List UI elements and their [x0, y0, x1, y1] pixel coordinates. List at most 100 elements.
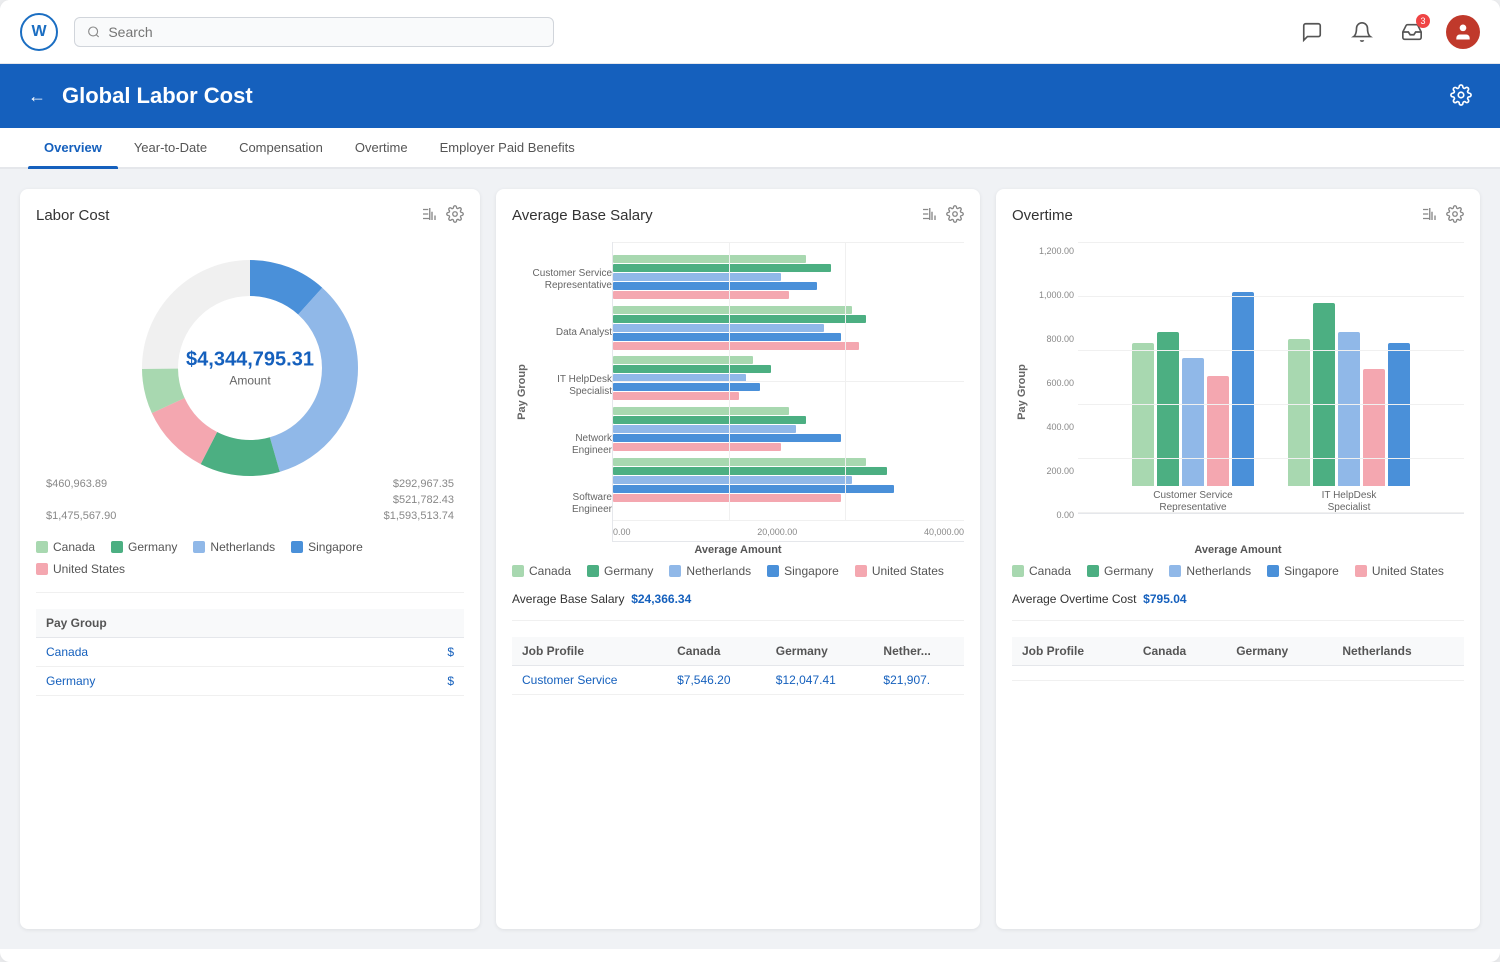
labor-table-header-paygroup: Pay Group	[36, 609, 358, 638]
table-row: Germany $	[36, 667, 464, 696]
tab-overview[interactable]: Overview	[28, 128, 118, 167]
hbar-group-4	[613, 458, 964, 502]
legend-netherlands: Netherlands	[193, 540, 275, 554]
overtime-table: Job Profile Canada Germany Netherlands	[1012, 637, 1464, 681]
page-title: Global Labor Cost	[62, 83, 1434, 109]
vbar-chart-container: Pay Group 0.00 200.00 400.00 600.00 800.…	[1012, 242, 1464, 542]
hbar-group-label-1: Data Analyst	[532, 327, 612, 339]
labor-cost-card: Labor Cost	[20, 189, 480, 929]
donut-chart: $4,344,795.31 Amount	[130, 248, 370, 488]
hbar-yaxis-label: Pay Group	[516, 364, 528, 420]
legend-us: United States	[36, 562, 125, 576]
hbar-chart-container: Pay Group Customer ServiceRepresentative…	[512, 242, 964, 542]
top-navigation: W 3	[0, 0, 1500, 64]
vbar-yaxis-label: Pay Group	[1016, 364, 1028, 420]
hbar-group-label-4: SoftwareEngineer	[532, 492, 612, 516]
table-row	[1012, 666, 1464, 681]
salary-table-header-canada: Canada	[667, 637, 766, 666]
hbar-group-0	[613, 255, 964, 299]
filter-icon-3[interactable]	[1420, 205, 1438, 226]
segment-germany-label: $521,782.43	[393, 494, 454, 506]
legend-canada-3: Canada	[1012, 564, 1071, 578]
overtime-table-header-nether: Netherlands	[1332, 637, 1464, 666]
labor-cost-legend: Canada Germany Netherlands Singapore Uni…	[36, 540, 464, 576]
filter-icon-2[interactable]	[920, 205, 938, 226]
table-row: Customer Service $7,546.20 $12,047.41 $2…	[512, 666, 964, 695]
legend-singapore: Singapore	[291, 540, 363, 554]
segment-us-label: $1,475,567.90	[46, 510, 116, 522]
segment-netherlands-label: $460,963.89	[46, 478, 107, 490]
main-content: Labor Cost	[0, 169, 1500, 949]
segment-singapore-label: $1,593,513.74	[384, 510, 454, 522]
hbar-group-1	[613, 306, 964, 350]
legend-canada-2: Canada	[512, 564, 571, 578]
avg-salary-card: Average Base Salary Pay Group	[496, 189, 980, 929]
labor-cost-table: Pay Group Canada $ Germany $	[36, 609, 464, 696]
donut-chart-container: $4,344,795.31 Amount	[36, 238, 464, 498]
search-bar[interactable]	[74, 17, 554, 47]
avg-salary-summary: Average Base Salary $24,366.34	[512, 592, 964, 606]
hbar-group-label-0: Customer ServiceRepresentative	[532, 268, 612, 292]
legend-netherlands-3: Netherlands	[1169, 564, 1251, 578]
avg-salary-legend: Canada Germany Netherlands Singapore Uni…	[512, 564, 964, 578]
hbar-group-2	[613, 356, 964, 400]
labor-table-header-amount	[358, 609, 464, 638]
chat-button[interactable]	[1296, 16, 1328, 48]
overtime-title: Overtime	[1012, 207, 1420, 224]
legend-singapore-2: Singapore	[767, 564, 839, 578]
donut-center-value: $4,344,795.31 Amount	[186, 349, 314, 388]
search-input[interactable]	[108, 24, 541, 40]
filter-icon[interactable]	[420, 205, 438, 226]
bell-icon	[1351, 21, 1373, 43]
tabs-bar: Overview Year-to-Date Compensation Overt…	[0, 128, 1500, 169]
segment-canada-label: $292,967.35	[393, 478, 454, 490]
legend-germany: Germany	[111, 540, 177, 554]
avatar[interactable]	[1446, 15, 1480, 49]
legend-canada: Canada	[36, 540, 95, 554]
back-button[interactable]: ←	[28, 86, 46, 107]
overtime-card: Overtime Pay Group 0.00	[996, 189, 1480, 929]
overtime-table-header-jp: Job Profile	[1012, 637, 1133, 666]
avg-salary-title: Average Base Salary	[512, 207, 920, 224]
overtime-legend: Canada Germany Netherlands Singapore Uni…	[1012, 564, 1464, 578]
notifications-button[interactable]	[1346, 16, 1378, 48]
vbar-xaxis-label: Average Amount	[1012, 544, 1464, 556]
legend-germany-2: Germany	[587, 564, 653, 578]
legend-germany-3: Germany	[1087, 564, 1153, 578]
legend-singapore-3: Singapore	[1267, 564, 1339, 578]
labor-cost-title: Labor Cost	[36, 207, 420, 224]
search-icon	[87, 25, 100, 39]
inbox-badge: 3	[1416, 14, 1430, 28]
overtime-table-header-canada: Canada	[1133, 637, 1226, 666]
overtime-card-icons	[1420, 205, 1464, 226]
tab-ytd[interactable]: Year-to-Date	[118, 128, 223, 167]
page-settings-icon[interactable]	[1450, 84, 1472, 109]
tab-compensation[interactable]: Compensation	[223, 128, 339, 167]
hbar-group-label-2: IT HelpDeskSpecialist	[532, 374, 612, 398]
gear-icon[interactable]	[446, 205, 464, 226]
table-row: Canada $	[36, 638, 464, 667]
inbox-button[interactable]: 3	[1396, 16, 1428, 48]
salary-table-header-nether: Nether...	[873, 637, 964, 666]
legend-netherlands-2: Netherlands	[669, 564, 751, 578]
tab-benefits[interactable]: Employer Paid Benefits	[424, 128, 591, 167]
tab-overtime[interactable]: Overtime	[339, 128, 424, 167]
overtime-table-header-germany: Germany	[1226, 637, 1332, 666]
avg-salary-table: Job Profile Canada Germany Nether... Cus…	[512, 637, 964, 695]
salary-table-header-germany: Germany	[766, 637, 874, 666]
user-icon	[1453, 22, 1473, 42]
nav-icons: 3	[1296, 15, 1480, 49]
labor-cost-card-icons	[420, 205, 464, 226]
avg-salary-card-icons	[920, 205, 964, 226]
chat-icon	[1301, 21, 1323, 43]
hbar-group-label-3: NetworkEngineer	[532, 433, 612, 457]
legend-us-2: United States	[855, 564, 944, 578]
page-header: ← Global Labor Cost	[0, 64, 1500, 128]
gear-icon-3[interactable]	[1446, 205, 1464, 226]
hbar-xaxis-label: Average Amount	[512, 544, 964, 556]
hbar-group-3	[613, 407, 964, 451]
salary-table-header-jp: Job Profile	[512, 637, 667, 666]
gear-icon-2[interactable]	[946, 205, 964, 226]
avg-overtime-summary: Average Overtime Cost $795.04	[1012, 592, 1464, 606]
app-logo: W	[20, 13, 58, 51]
